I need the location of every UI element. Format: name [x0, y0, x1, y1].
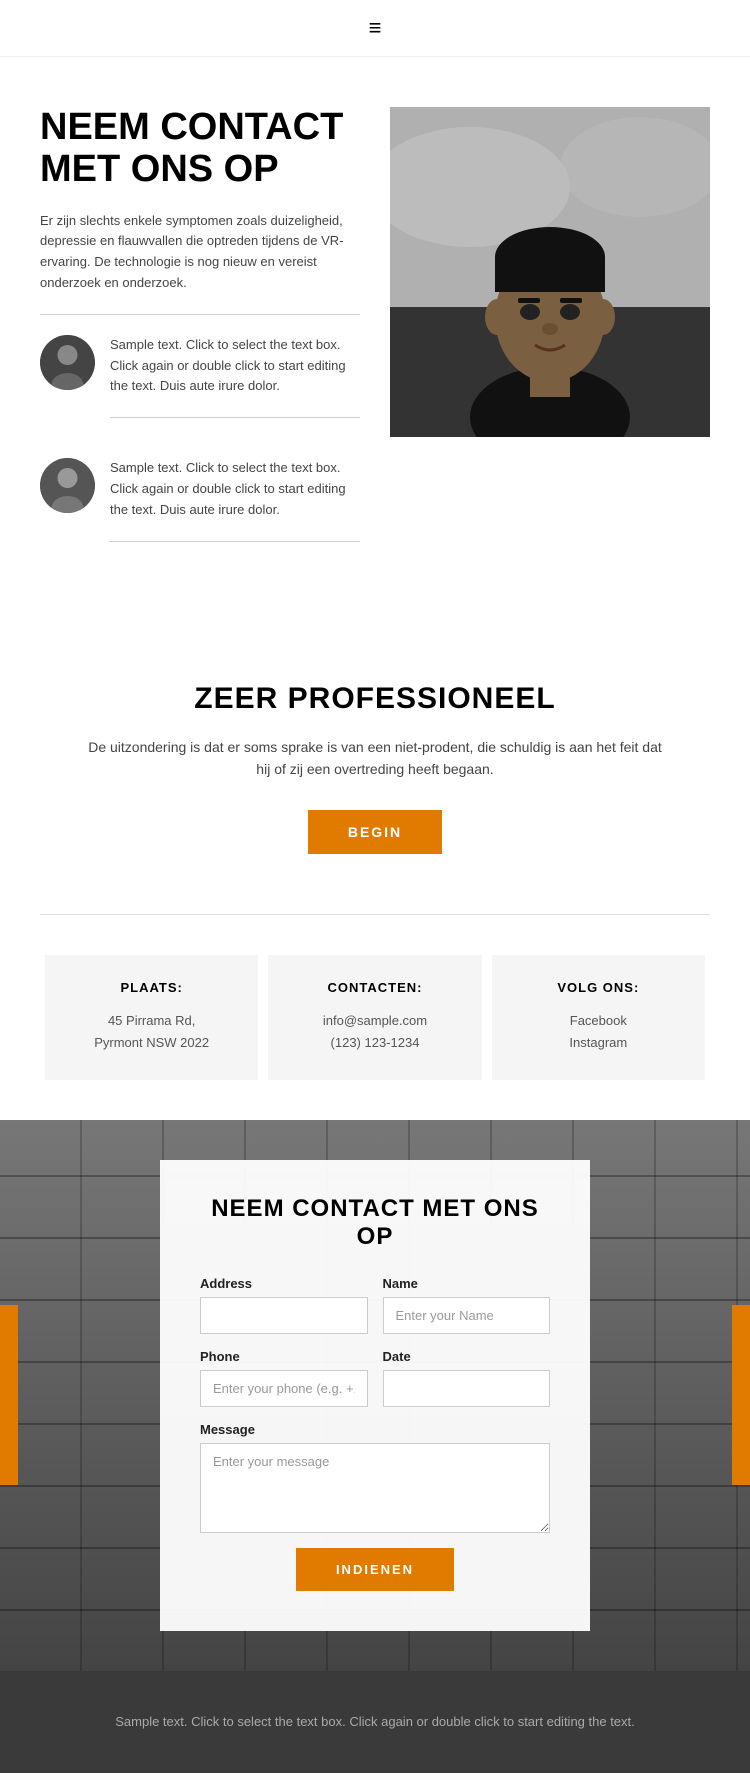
date-input[interactable]: [383, 1370, 551, 1407]
message-textarea[interactable]: [200, 1443, 550, 1533]
hero-description: Er zijn slechts enkele symptomen zoals d…: [40, 211, 360, 315]
submit-button[interactable]: INDIENEN: [296, 1548, 454, 1591]
form-row-1: Address Name: [200, 1276, 550, 1334]
message-group: Message: [200, 1422, 550, 1533]
phone-input[interactable]: [200, 1370, 368, 1407]
message-label: Message: [200, 1422, 550, 1437]
contact-cards: PLAATS: 45 Pirrama Rd, Pyrmont NSW 2022 …: [0, 915, 750, 1119]
date-label: Date: [383, 1349, 551, 1364]
name-group: Name: [383, 1276, 551, 1334]
form-bg-section: NEEM CONTACT MET ONS OP Address Name Pho…: [0, 1120, 750, 1671]
contact-card-place: PLAATS: 45 Pirrama Rd, Pyrmont NSW 2022: [45, 955, 258, 1079]
header: ≡: [0, 0, 750, 57]
footer: Sample text. Click to select the text bo…: [0, 1671, 750, 1773]
hero-title: NEEM CONTACT MET ONS OP: [40, 107, 360, 191]
avatar-2: [40, 458, 95, 513]
contact-card-contacts: CONTACTEN: info@sample.com (123) 123-123…: [268, 955, 481, 1079]
card-place-line1: 45 Pirrama Rd, Pyrmont NSW 2022: [65, 1010, 238, 1054]
hero-left: NEEM CONTACT MET ONS OP Er zijn slechts …: [40, 107, 360, 582]
card-place-title: PLAATS:: [65, 980, 238, 995]
date-group: Date: [383, 1349, 551, 1407]
card-contacts-title: CONTACTEN:: [288, 980, 461, 995]
contact-form-container: NEEM CONTACT MET ONS OP Address Name Pho…: [160, 1160, 590, 1631]
hero-image-container: [390, 107, 710, 437]
form-row-2: Phone Date: [200, 1349, 550, 1407]
menu-icon[interactable]: ≡: [369, 15, 382, 41]
professional-section: ZEER PROFESSIONEEL De uitzondering is da…: [0, 622, 750, 915]
avatar-1: [40, 335, 95, 390]
card-social-links: Facebook Instagram: [512, 1010, 685, 1054]
address-label: Address: [200, 1276, 368, 1291]
submit-row: INDIENEN: [200, 1548, 550, 1591]
hero-image: [390, 107, 710, 437]
professional-title: ZEER PROFESSIONEEL: [80, 682, 670, 716]
hero-section: NEEM CONTACT MET ONS OP Er zijn slechts …: [0, 57, 750, 622]
contact-card-social: VOLG ONS: Facebook Instagram: [492, 955, 705, 1079]
person-item-2: Sample text. Click to select the text bo…: [40, 458, 360, 561]
address-input[interactable]: [200, 1297, 368, 1334]
name-input[interactable]: [383, 1297, 551, 1334]
card-contacts-info: info@sample.com (123) 123-1234: [288, 1010, 461, 1054]
address-group: Address: [200, 1276, 368, 1334]
orange-accent-left: [0, 1305, 18, 1485]
person-2-text: Sample text. Click to select the text bo…: [110, 458, 360, 541]
person-item-1: Sample text. Click to select the text bo…: [40, 335, 360, 438]
person-1-text: Sample text. Click to select the text bo…: [110, 335, 360, 418]
phone-group: Phone: [200, 1349, 368, 1407]
name-label: Name: [383, 1276, 551, 1291]
orange-accent-right: [732, 1305, 750, 1485]
card-social-title: VOLG ONS:: [512, 980, 685, 995]
footer-text: Sample text. Click to select the text bo…: [80, 1711, 670, 1733]
form-title: NEEM CONTACT MET ONS OP: [200, 1195, 550, 1251]
phone-label: Phone: [200, 1349, 368, 1364]
begin-button[interactable]: BEGIN: [308, 810, 442, 854]
professional-description: De uitzondering is dat er soms sprake is…: [80, 736, 670, 781]
